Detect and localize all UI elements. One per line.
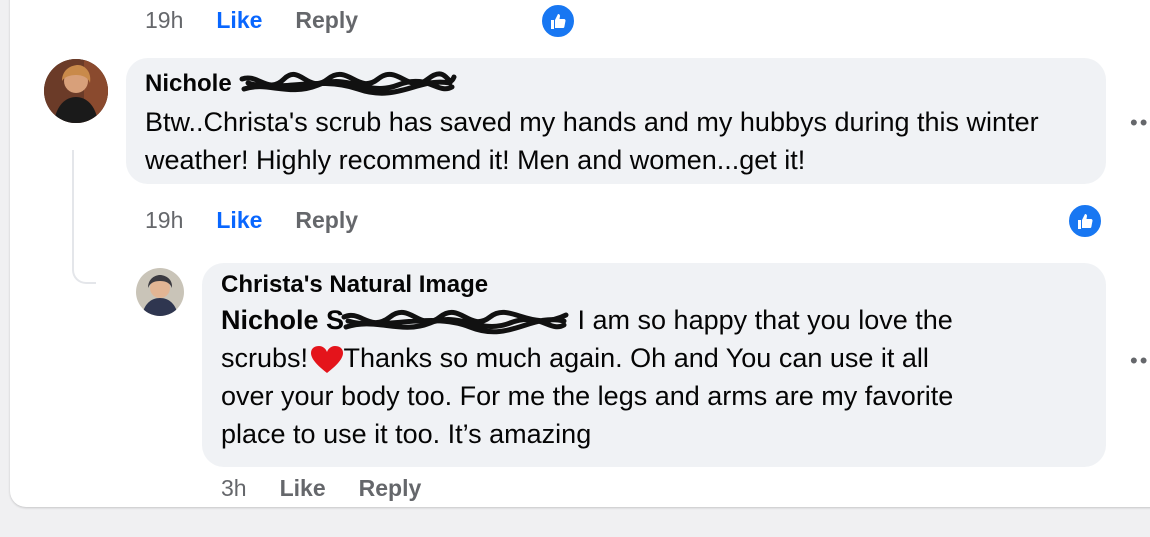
thumbs-up-icon [551, 14, 566, 29]
reply-button[interactable]: Reply [295, 207, 358, 234]
comment-author[interactable]: Christa's Natural Image [221, 271, 1106, 299]
like-reaction-icon[interactable] [1067, 203, 1103, 239]
nichole-avatar-image [44, 59, 108, 123]
red-heart-icon [310, 345, 343, 373]
comment-text: Nichole S I am so happy that you love th… [221, 305, 954, 449]
previous-comment-actions: 19h Like Reply [145, 7, 358, 34]
reply-actions: 3h Like Reply [221, 475, 421, 502]
comment-author[interactable]: Nichole [145, 70, 1106, 99]
like-button[interactable]: Like [216, 207, 262, 234]
like-button[interactable]: Like [280, 475, 326, 502]
mention-link[interactable]: Nichole S [221, 305, 344, 335]
more-options-icon[interactable]: •• [1130, 348, 1149, 374]
comment-actions: 19h Like Reply [145, 207, 358, 234]
reply-button[interactable]: Reply [359, 475, 422, 502]
thread-connector [72, 150, 96, 284]
thumbs-up-icon [1078, 214, 1093, 229]
comment-bubble-christa: Christa's Natural Image Nichole S I am s… [202, 263, 1106, 467]
comment-timestamp[interactable]: 19h [145, 207, 183, 234]
comment-bubble-nichole: Nichole Btw..Christa's scrub has saved m… [126, 58, 1106, 184]
comment-text: Btw..Christa's scrub has saved my hands … [145, 106, 1039, 175]
more-options-icon[interactable]: •• [1130, 110, 1149, 136]
redacted-mention-scribble [341, 309, 569, 335]
like-button[interactable]: Like [216, 7, 262, 34]
reply-button[interactable]: Reply [295, 7, 358, 34]
comment-timestamp[interactable]: 3h [221, 475, 247, 502]
avatar-nichole[interactable] [44, 59, 108, 123]
christa-avatar-image [136, 268, 184, 316]
redacted-surname-scribble [239, 71, 457, 96]
avatar-christa[interactable] [136, 268, 184, 316]
comment-timestamp[interactable]: 19h [145, 7, 183, 34]
like-reaction-icon[interactable] [540, 3, 576, 39]
